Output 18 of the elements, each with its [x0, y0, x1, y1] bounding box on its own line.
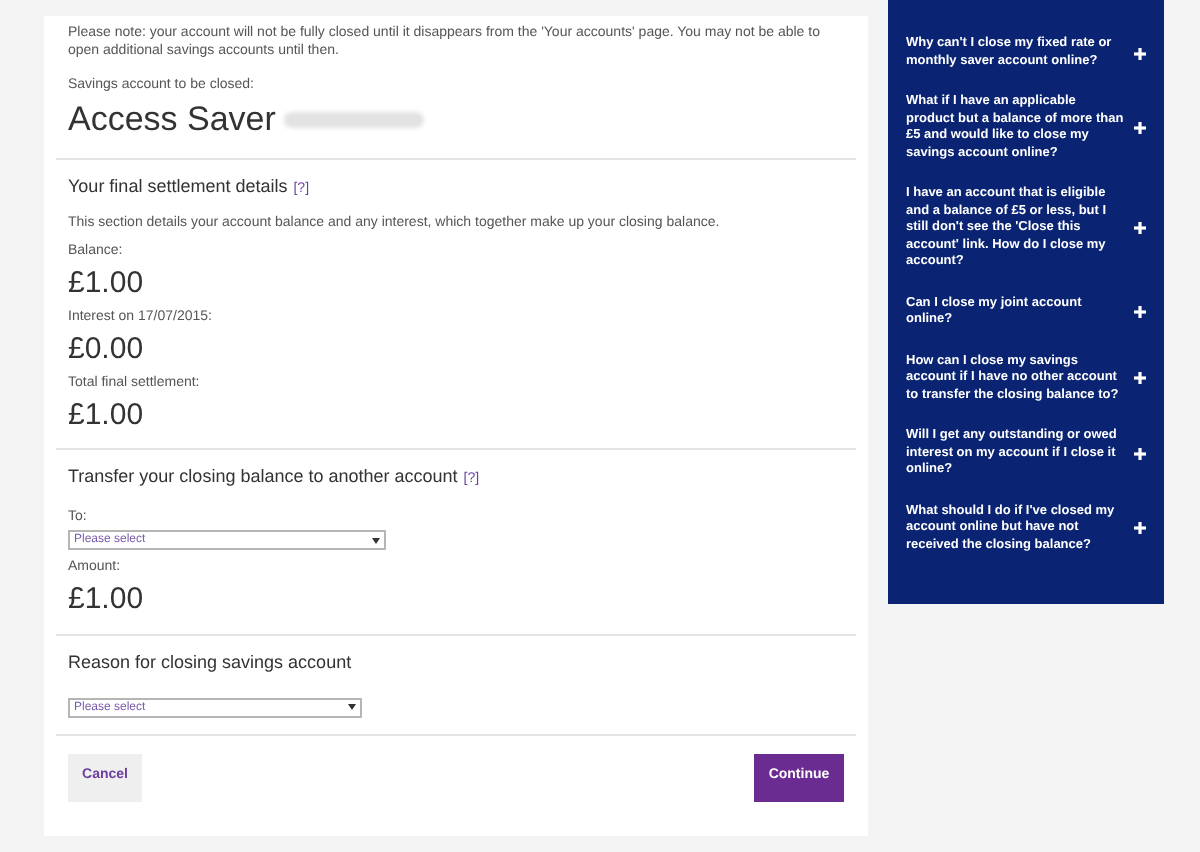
amount-value: £1.00	[68, 397, 146, 433]
caret-icon	[372, 537, 380, 543]
plus-icon	[1134, 372, 1146, 385]
plus-icon	[1134, 222, 1146, 235]
caret-icon	[348, 704, 356, 710]
plus-icon	[1134, 306, 1146, 318]
plus-icon	[1134, 47, 1146, 59]
plus-icon	[1134, 122, 1146, 134]
amount-value: £0.00	[68, 331, 146, 367]
section-heading: Reason for closing savings account	[68, 650, 354, 676]
plus-icon	[1134, 447, 1146, 460]
account-name: Access Saver	[68, 98, 276, 142]
amount-value: £1.00	[68, 265, 146, 301]
section-heading: Your final settlement details	[68, 174, 288, 200]
amount-value: £1.00	[68, 582, 146, 618]
section-heading: Transfer your closing balance to another account	[68, 463, 458, 490]
redacted-number	[283, 112, 424, 128]
plus-icon	[1134, 522, 1146, 535]
